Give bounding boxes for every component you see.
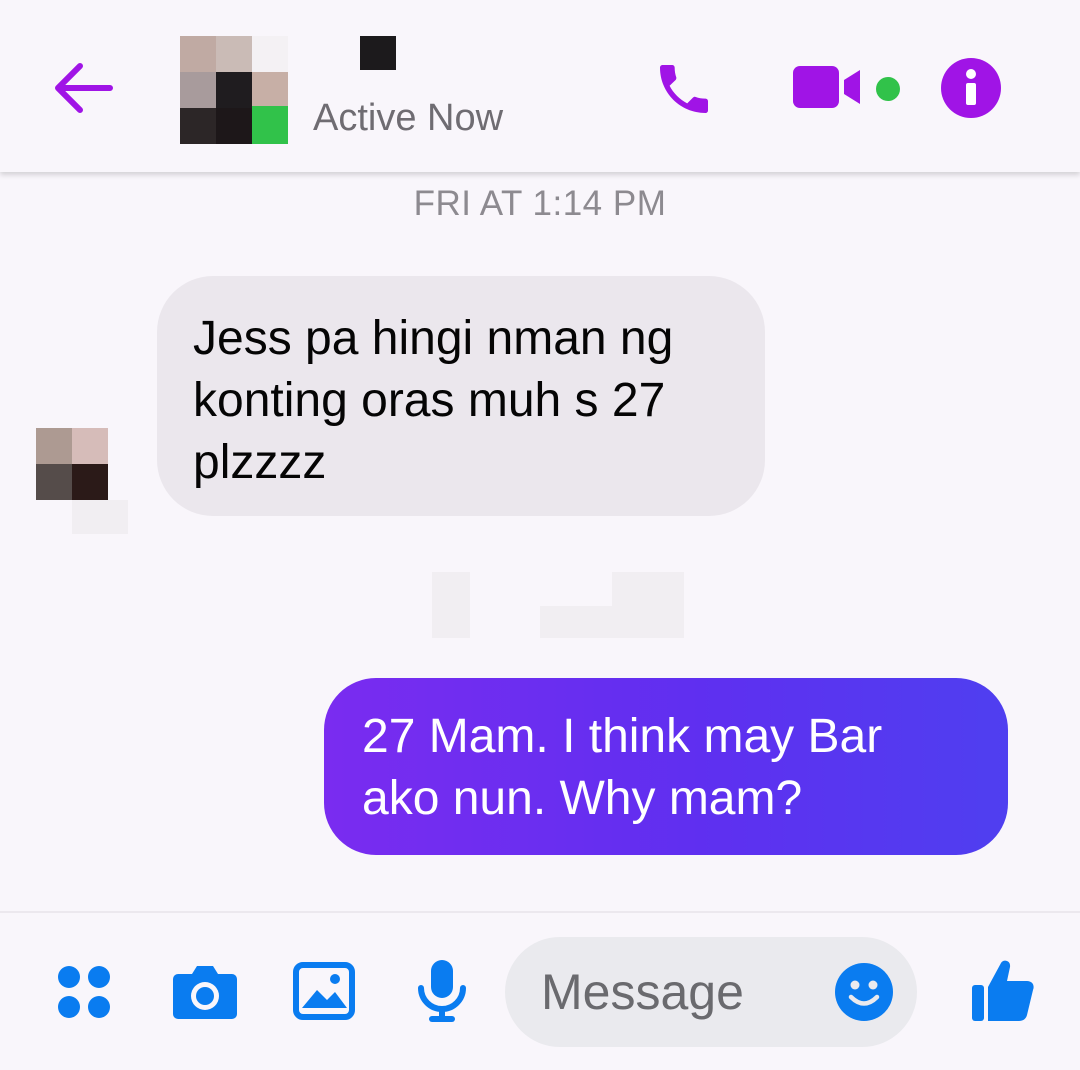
conversation-info-button[interactable] xyxy=(940,57,1002,119)
chat-header: Active Now xyxy=(0,0,1080,172)
contact-avatar[interactable] xyxy=(180,36,288,144)
voice-message-button[interactable] xyxy=(416,958,468,1029)
active-status: Active Now xyxy=(313,97,504,139)
message-line: Jess pa hingi nman ng xyxy=(193,312,674,365)
redacted-area xyxy=(612,572,684,638)
gallery-button[interactable] xyxy=(293,962,355,1025)
back-button[interactable] xyxy=(50,58,116,118)
more-apps-icon xyxy=(58,966,110,1018)
outgoing-message-bubble[interactable]: 27 Mam. I think may Bar ako nun. Why mam… xyxy=(324,678,1008,855)
composer-divider xyxy=(0,911,1080,913)
message-line: konting oras muh s 27 xyxy=(193,374,666,427)
message-line: plzzzz xyxy=(193,436,327,489)
info-icon xyxy=(941,58,1001,118)
video-call-button[interactable] xyxy=(792,62,862,112)
redacted-area xyxy=(72,500,128,534)
message-timestamp: FRI AT 1:14 PM xyxy=(413,184,667,223)
microphone-icon xyxy=(418,960,466,1022)
like-button[interactable] xyxy=(969,957,1035,1023)
back-arrow-icon xyxy=(55,63,113,113)
contact-name-redacted xyxy=(360,36,396,70)
gallery-icon xyxy=(293,962,355,1020)
thumbs-up-icon xyxy=(972,960,1034,1021)
message-line: ako nun. Why mam? xyxy=(362,772,803,825)
online-indicator xyxy=(876,77,900,101)
phone-icon xyxy=(660,65,708,113)
more-apps-button[interactable] xyxy=(55,963,113,1026)
camera-button[interactable] xyxy=(172,962,238,1025)
camera-icon xyxy=(173,966,237,1019)
redacted-area xyxy=(432,572,470,638)
emoji-icon xyxy=(835,963,893,1021)
video-camera-icon xyxy=(793,66,860,108)
sender-avatar xyxy=(36,428,108,500)
redacted-area xyxy=(540,606,614,638)
voice-call-button[interactable] xyxy=(652,57,716,121)
message-line: 27 Mam. I think may Bar xyxy=(362,710,883,763)
incoming-message-bubble[interactable]: Jess pa hingi nman ng konting oras muh s… xyxy=(157,276,765,516)
emoji-button[interactable] xyxy=(834,962,894,1022)
